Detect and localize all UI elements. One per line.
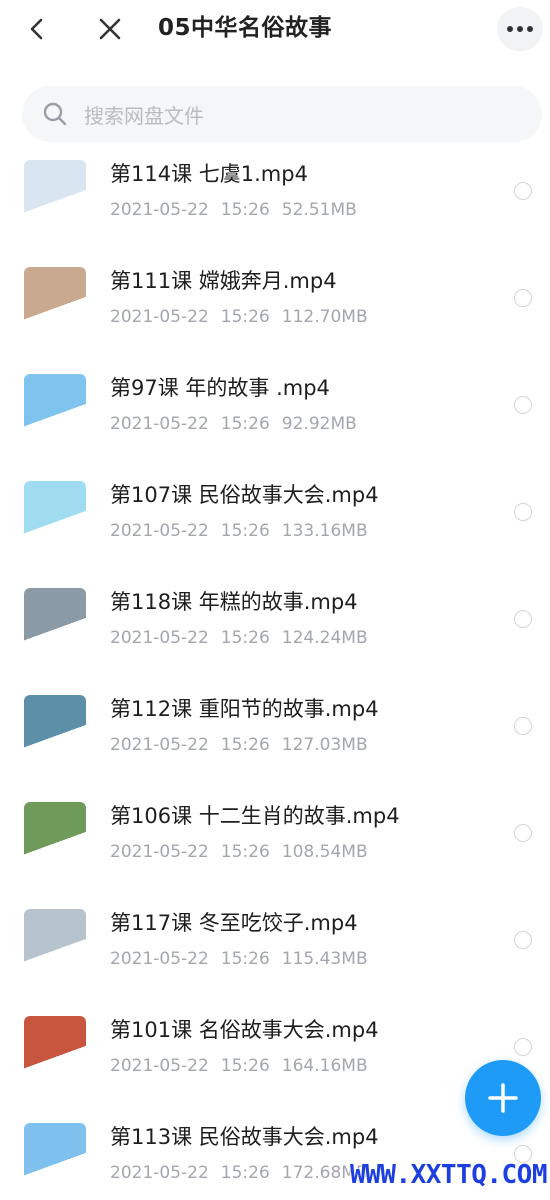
- file-time: 15:26: [220, 628, 270, 648]
- file-date: 2021-05-22: [110, 1056, 209, 1076]
- file-size: 52.51MB: [281, 200, 357, 220]
- video-thumbnail: [24, 374, 86, 436]
- file-size: 108.54MB: [281, 842, 368, 862]
- file-name: 第107课 民俗故事大会.mp4: [110, 483, 379, 507]
- file-date: 2021-05-22: [110, 628, 209, 648]
- file-row[interactable]: 第112课 重阳节的故事.mp4 2021-05-22 15:26 127.03MB: [0, 677, 550, 784]
- file-row[interactable]: 第97课 年的故事 .mp4 2021-05-22 15:26 92.92MB: [0, 356, 550, 463]
- file-time: 15:26: [220, 949, 270, 969]
- file-meta: 2021-05-22 15:26 108.54MB: [110, 840, 380, 864]
- close-icon: [99, 18, 121, 40]
- video-thumbnail: [24, 588, 86, 650]
- video-thumbnail: [24, 802, 86, 864]
- file-list: 第114课 七虞1.mp4 2021-05-22 15:26 52.51MB 第111课…: [0, 142, 550, 1200]
- file-size: 133.16MB: [281, 521, 368, 541]
- close-button[interactable]: [94, 12, 126, 46]
- file-meta: 2021-05-22 15:26 172.68MB: [110, 1161, 380, 1185]
- chevron-left-icon: [30, 18, 43, 40]
- video-thumbnail: [24, 695, 86, 757]
- file-date: 2021-05-22: [110, 521, 209, 541]
- file-size: 164.16MB: [281, 1056, 368, 1076]
- file-name: 第101课 名俗故事大会.mp4: [110, 1018, 379, 1042]
- file-row[interactable]: 第118课 年糕的故事.mp4 2021-05-22 15:26 124.24MB: [0, 570, 550, 677]
- select-radio[interactable]: [514, 717, 532, 735]
- file-name: 第106课 十二生肖的故事.mp4: [110, 804, 400, 828]
- select-radio[interactable]: [514, 289, 532, 307]
- file-row[interactable]: 第114课 七虞1.mp4 2021-05-22 15:26 52.51MB: [0, 142, 550, 249]
- add-button[interactable]: [465, 1060, 541, 1136]
- file-name: 第118课 年糕的故事.mp4: [110, 590, 358, 614]
- file-size: 92.92MB: [281, 414, 357, 434]
- file-time: 15:26: [220, 1163, 270, 1183]
- video-thumbnail: [24, 1123, 86, 1185]
- file-date: 2021-05-22: [110, 842, 209, 862]
- file-time: 15:26: [220, 521, 270, 541]
- select-radio[interactable]: [514, 182, 532, 200]
- file-date: 2021-05-22: [110, 949, 209, 969]
- back-button[interactable]: [22, 12, 54, 46]
- plus-icon: [488, 1083, 518, 1113]
- file-size: 112.70MB: [281, 307, 368, 327]
- file-time: 15:26: [220, 414, 270, 434]
- file-meta: 2021-05-22 15:26 127.03MB: [110, 733, 380, 757]
- file-row[interactable]: 第106课 十二生肖的故事.mp4 2021-05-22 15:26 108.54MB: [0, 784, 550, 891]
- file-time: 15:26: [220, 842, 270, 862]
- file-name: 第113课 民俗故事大会.mp4: [110, 1125, 379, 1149]
- video-thumbnail: [24, 267, 86, 329]
- file-size: 124.24MB: [281, 628, 368, 648]
- select-radio[interactable]: [514, 610, 532, 628]
- file-row[interactable]: 第111课 嫦娥奔月.mp4 2021-05-22 15:26 112.70MB: [0, 249, 550, 356]
- file-meta: 2021-05-22 15:26 115.43MB: [110, 947, 380, 971]
- file-row[interactable]: 第107课 民俗故事大会.mp4 2021-05-22 15:26 133.16MB: [0, 463, 550, 570]
- select-radio[interactable]: [514, 503, 532, 521]
- file-name: 第117课 冬至吃饺子.mp4: [110, 911, 358, 935]
- file-meta: 2021-05-22 15:26 164.16MB: [110, 1054, 380, 1078]
- search-bar[interactable]: 搜索网盘文件: [22, 86, 542, 142]
- file-meta: 2021-05-22 15:26 52.51MB: [110, 198, 369, 222]
- file-name: 第114课 七虞1.mp4: [110, 162, 308, 186]
- select-radio[interactable]: [514, 1038, 532, 1056]
- file-row[interactable]: 第117课 冬至吃饺子.mp4 2021-05-22 15:26 115.43MB: [0, 891, 550, 998]
- file-meta: 2021-05-22 15:26 112.70MB: [110, 305, 380, 329]
- file-date: 2021-05-22: [110, 735, 209, 755]
- file-date: 2021-05-22: [110, 414, 209, 434]
- select-radio[interactable]: [514, 931, 532, 949]
- file-time: 15:26: [220, 1056, 270, 1076]
- file-time: 15:26: [220, 200, 270, 220]
- file-size: 127.03MB: [281, 735, 368, 755]
- file-name: 第112课 重阳节的故事.mp4: [110, 697, 379, 721]
- file-date: 2021-05-22: [110, 200, 209, 220]
- video-thumbnail: [24, 1016, 86, 1078]
- file-date: 2021-05-22: [110, 307, 209, 327]
- file-time: 15:26: [220, 735, 270, 755]
- file-time: 15:26: [220, 307, 270, 327]
- search-placeholder: 搜索网盘文件: [84, 103, 204, 128]
- file-meta: 2021-05-22 15:26 124.24MB: [110, 626, 380, 650]
- file-name: 第97课 年的故事 .mp4: [110, 376, 330, 400]
- video-thumbnail: [24, 909, 86, 971]
- file-date: 2021-05-22: [110, 1163, 209, 1183]
- more-icon: [505, 26, 535, 32]
- video-thumbnail: [24, 160, 86, 222]
- watermark: WWW.XXTTQ.COM: [350, 1160, 548, 1190]
- file-meta: 2021-05-22 15:26 133.16MB: [110, 519, 380, 543]
- search-icon: [43, 102, 67, 126]
- select-radio[interactable]: [514, 396, 532, 414]
- more-button[interactable]: [497, 7, 543, 51]
- select-radio[interactable]: [514, 824, 532, 842]
- video-thumbnail: [24, 481, 86, 543]
- page-title: 05中华名俗故事: [158, 15, 333, 41]
- top-bar: 05中华名俗故事: [0, 0, 550, 62]
- file-size: 115.43MB: [281, 949, 368, 969]
- file-meta: 2021-05-22 15:26 92.92MB: [110, 412, 369, 436]
- file-name: 第111课 嫦娥奔月.mp4: [110, 269, 337, 293]
